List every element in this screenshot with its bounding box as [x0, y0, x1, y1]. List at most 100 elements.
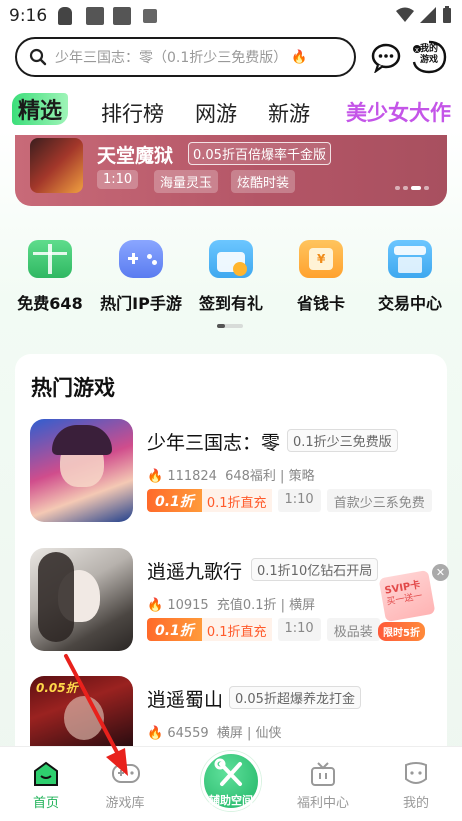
- my-games-button[interactable]: x 我的 游戏: [411, 40, 447, 74]
- search-placeholder: 少年三国志：零（0.1折少三免费版）: [55, 50, 288, 66]
- quick-entry-scroll-indicator: [217, 324, 243, 328]
- search-input[interactable]: 少年三国志：零（0.1折少三免费版） 🔥: [15, 37, 356, 77]
- my-games-label: 我的 游戏: [420, 44, 439, 65]
- game-discount-row: 0.1折 0.1折直充 1:10 极品装: [147, 618, 380, 641]
- download-count: 64559: [167, 726, 209, 741]
- game-badge: 0.1折少三免费版: [287, 429, 398, 452]
- download-count: 111824: [167, 469, 217, 484]
- game-tags: 横屏 | 仙侠: [216, 726, 282, 741]
- flame-icon: 🔥: [147, 469, 164, 484]
- nav-label: 游戏库: [105, 796, 145, 811]
- quick-entry-trade-center[interactable]: 交易中心: [365, 240, 455, 314]
- svip-promo-line3: 限时5折: [378, 622, 425, 641]
- hot-games-title: 热门游戏: [31, 376, 115, 400]
- flame-icon: 🔥: [147, 726, 164, 741]
- nav-assist-space[interactable]: 辅助空间: [201, 751, 261, 811]
- status-right: [396, 6, 452, 24]
- game-meta: 🔥 111824 648福利 | 策略: [147, 465, 315, 484]
- extra-tag: 首款少三系免费: [326, 489, 432, 512]
- nav-game-library[interactable]: 游戏库: [85, 761, 165, 811]
- search-icon: [29, 48, 47, 66]
- nav-welfare-center[interactable]: 福利中心: [283, 761, 363, 811]
- banner-game-thumbnail: [30, 138, 83, 193]
- quick-entry-hot-ip[interactable]: 热门IP手游: [96, 240, 186, 314]
- game-name: 逍遥九歌行: [147, 561, 243, 583]
- quick-entry-free648[interactable]: 免费648: [5, 240, 95, 314]
- game-thumbnail: [30, 419, 133, 522]
- status-bar: 9:16: [0, 0, 462, 32]
- ratio-tag: 1:10: [277, 489, 321, 512]
- game-thumbnail: [30, 548, 133, 651]
- tab-online-games[interactable]: 网游: [195, 98, 237, 128]
- keyboard-icon: [143, 9, 157, 23]
- status-time: 9:16: [9, 6, 48, 26]
- quick-entry-checkin[interactable]: 签到有礼: [186, 240, 276, 314]
- banner-tag: 海量灵玉: [154, 170, 219, 193]
- tab-ranking[interactable]: 排行榜: [101, 98, 164, 128]
- flame-icon: 🔥: [147, 598, 164, 613]
- quick-entry-label: 省钱卡: [296, 294, 345, 313]
- nav-label: 辅助空间: [209, 794, 253, 807]
- quick-entry-saving-card[interactable]: ¥ 省钱卡: [276, 240, 366, 314]
- pagination-dot: [424, 186, 429, 190]
- tab-featured[interactable]: 精选: [12, 93, 69, 125]
- category-tabs: 精选 排行榜 网游 新游 美少女大作: [0, 90, 462, 134]
- game-meta: 🔥 10915 充值0.1折 | 横屏: [147, 594, 315, 613]
- nav-label: 首页: [32, 796, 59, 811]
- message-icon[interactable]: [370, 41, 402, 73]
- promo-banner[interactable]: 天堂魔狱 0.05折百倍爆率千金版 1:10 海量灵玉 炫酷时装: [15, 135, 447, 206]
- quick-entry-label: 免费648: [17, 294, 83, 313]
- nav-label: 我的: [402, 796, 429, 811]
- game-badge: 0.1折10亿钻石开局: [251, 558, 379, 581]
- game-name: 少年三国志：零: [147, 432, 281, 454]
- banner-badge: 0.05折百倍爆率千金版: [188, 142, 331, 165]
- calendar-icon: [209, 240, 253, 278]
- quick-entry-label: 热门IP手游: [100, 294, 182, 313]
- profile-icon: [402, 761, 430, 787]
- close-icon[interactable]: ✕: [432, 564, 449, 581]
- banner-tag: 炫酷时装: [231, 170, 296, 193]
- pagination-dot-active: [411, 186, 421, 190]
- shop-icon: [388, 240, 432, 278]
- discount-badge: 0.1折: [147, 489, 202, 512]
- game-badge: 0.05折超爆养龙打金: [229, 686, 361, 709]
- game-thumbnail: 0.05折: [30, 676, 133, 746]
- game-discount-row: 0.1折 0.1折直充 1:10 首款少三系免费: [147, 489, 432, 512]
- svg-text:x: x: [415, 46, 419, 54]
- battery-icon: [443, 6, 451, 23]
- home-icon: [32, 761, 60, 787]
- game-tags: 充值0.1折 | 横屏: [216, 598, 316, 613]
- notification-icon: [58, 7, 72, 25]
- quick-entry-label: 交易中心: [377, 294, 442, 313]
- tab-beauty-games[interactable]: 美少女大作: [346, 97, 451, 127]
- tab-new-games[interactable]: 新游: [268, 98, 310, 128]
- download-count: 10915: [167, 598, 209, 613]
- signal-icon: [420, 7, 436, 23]
- bottom-nav: 首页 游戏库 辅助空间 福利中心 我的: [0, 746, 462, 821]
- banner-tag: 1:10: [97, 170, 139, 189]
- card-icon: ¥: [299, 240, 343, 278]
- nav-label: 福利中心: [296, 796, 349, 811]
- discount-badge: 0.1折: [147, 618, 202, 641]
- gamepad-icon: [111, 761, 140, 787]
- tools-icon: [214, 758, 242, 786]
- gamepad-icon: [119, 240, 163, 278]
- extra-tag: 极品装: [326, 618, 380, 641]
- gift-icon: [28, 240, 72, 278]
- wifi-icon: [396, 7, 414, 22]
- banner-title: 天堂魔狱: [97, 145, 174, 167]
- discount-text: 0.1折直充: [201, 618, 272, 641]
- game-name: 逍遥蜀山: [147, 689, 224, 711]
- discount-text: 0.1折直充: [201, 489, 272, 512]
- svip-promo-float[interactable]: SVIP卡 买一送一 限时5折: [376, 569, 436, 641]
- thumbnail-discount-label: 0.05折: [36, 681, 78, 695]
- app-notification-icon: [86, 7, 104, 25]
- game-item[interactable]: 少年三国志：零 0.1折少三免费版 🔥 111824 648福利 | 策略 0.…: [15, 419, 447, 529]
- nav-profile[interactable]: 我的: [376, 761, 456, 811]
- flame-icon: 🔥: [291, 49, 308, 65]
- game-meta: 🔥 64559 横屏 | 仙侠: [147, 722, 281, 741]
- banner-pagination: [395, 186, 429, 190]
- tv-gift-icon: [309, 761, 337, 787]
- nav-home[interactable]: 首页: [6, 761, 86, 811]
- quick-entry-label: 签到有礼: [198, 294, 263, 313]
